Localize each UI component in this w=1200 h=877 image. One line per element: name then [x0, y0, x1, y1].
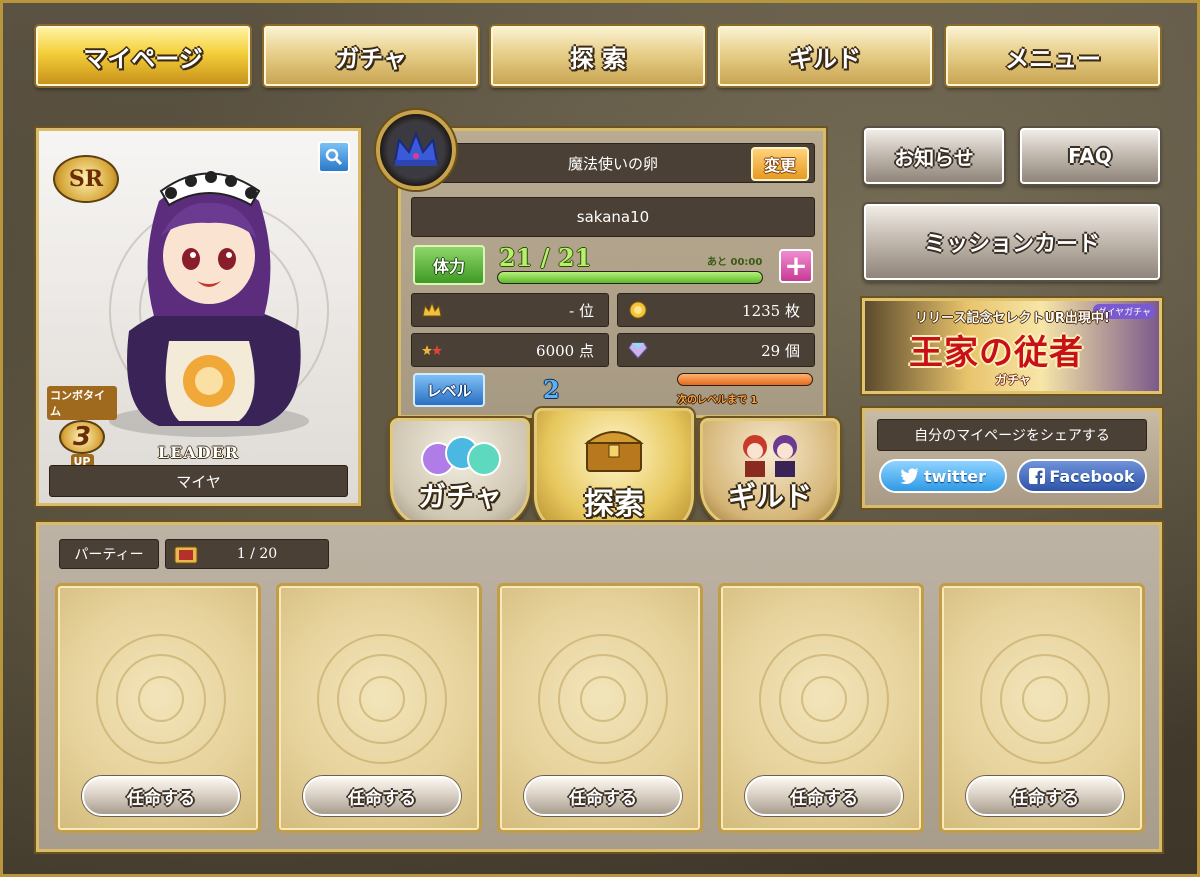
- card-icon: [174, 546, 198, 564]
- nav-gacha-button[interactable]: ガチャ: [264, 26, 478, 86]
- party-slot[interactable]: 任命する: [276, 583, 482, 833]
- change-title-button[interactable]: 変更: [751, 147, 809, 181]
- coins-value: 1235 枚: [742, 301, 800, 320]
- gems-value: 29 個: [761, 341, 800, 360]
- shortcut-explore-shield[interactable]: 探索: [534, 408, 694, 536]
- shortcut-guild-label: ギルド: [727, 480, 812, 513]
- stamina-label: 体力: [413, 245, 485, 285]
- share-title-bar: 自分のマイページをシェアする: [877, 419, 1147, 451]
- slot-ornament: [801, 676, 847, 722]
- share-panel: 自分のマイページをシェアする twitter Facebook: [862, 408, 1162, 508]
- crown-rank-icon: [422, 301, 442, 317]
- assign-button[interactable]: 任命する: [966, 776, 1124, 816]
- username: sakana10: [576, 208, 650, 226]
- banner-top-text: リリース記念セレクトUR出現中!: [915, 311, 1110, 326]
- shortcut-explore-label: 探索: [584, 487, 644, 522]
- facebook-label: Facebook: [1049, 466, 1135, 486]
- guild-heroes-icon: [743, 435, 797, 477]
- gems-stat: 29 個: [617, 333, 815, 367]
- twitter-label: twitter: [924, 466, 986, 486]
- points-stat: 6000 点: [411, 333, 609, 367]
- points-value: 6000 点: [536, 341, 594, 360]
- exp-bar: [677, 373, 813, 386]
- facebook-f-icon: [1029, 468, 1046, 484]
- player-title: 魔法使いの卵: [567, 154, 658, 173]
- combo-label-top: コンボタイム: [47, 386, 117, 420]
- stamina-bar-fill: [498, 272, 762, 283]
- party-panel: パーティー 1 / 20 任命する 任命する 任命する 任命する 任命する: [36, 522, 1162, 852]
- news-button[interactable]: お知らせ: [864, 128, 1004, 184]
- shortcut-gacha-shield[interactable]: ガチャ: [390, 418, 530, 528]
- exp-bar-fill: [678, 374, 812, 385]
- twitter-share-button[interactable]: twitter: [879, 459, 1007, 493]
- nav-mypage-button[interactable]: マイページ: [36, 26, 250, 86]
- event-banner[interactable]: ダイヤガチャ リリース記念セレクトUR出現中! 王家の従者 ガチャ: [862, 298, 1162, 394]
- shortcut-gacha-label: ガチャ: [418, 480, 502, 513]
- faq-button[interactable]: FAQ: [1020, 128, 1160, 184]
- nav-explore-button[interactable]: 探 索: [491, 26, 705, 86]
- character-name: マイヤ: [49, 465, 348, 497]
- stamina-value: 21 / 21: [499, 243, 592, 272]
- level-label: レベル: [413, 373, 485, 407]
- stamina-timer: あと 00:00: [707, 257, 763, 268]
- party-slot[interactable]: 任命する: [497, 583, 703, 833]
- assign-button[interactable]: 任命する: [524, 776, 682, 816]
- slot-ornament: [359, 676, 405, 722]
- rainbow-gem-icon: [628, 342, 648, 359]
- next-level-text: 次のレベルまで 1: [677, 395, 758, 406]
- party-slot[interactable]: 任命する: [939, 583, 1145, 833]
- party-slot[interactable]: 任命する: [718, 583, 924, 833]
- leader-character-card[interactable]: SR コンボタイム 3 UP LEADER マイヤ: [36, 128, 361, 506]
- character-portrait: [109, 171, 309, 437]
- party-count: 1 / 20: [236, 546, 278, 562]
- recover-stamina-plus-icon[interactable]: +: [779, 249, 813, 283]
- rarity-badge: SR: [53, 155, 119, 203]
- gems-cluster-icon: [421, 436, 501, 476]
- leader-label: LEADER: [157, 443, 240, 462]
- shortcut-guild-shield[interactable]: ギルド: [700, 418, 840, 528]
- crown-emblem-icon: [376, 110, 456, 190]
- party-slot[interactable]: 任命する: [55, 583, 261, 833]
- stars-points-icon: [422, 345, 442, 355]
- assign-button[interactable]: 任命する: [82, 776, 240, 816]
- share-title: 自分のマイページをシェアする: [914, 428, 1110, 444]
- treasure-chest-icon: [584, 431, 644, 472]
- party-tab-label: パーティー: [59, 539, 159, 569]
- slot-ornament: [580, 676, 626, 722]
- rank-stat: - 位: [411, 293, 609, 327]
- magnify-search-icon[interactable]: [318, 141, 350, 173]
- nav-guild-button[interactable]: ギルド: [718, 26, 932, 86]
- player-status-panel: 魔法使いの卵 変更 sakana10 体力 21 / 21 あと 00:00 +…: [398, 128, 826, 418]
- assign-button[interactable]: 任命する: [303, 776, 461, 816]
- facebook-share-button[interactable]: Facebook: [1017, 459, 1147, 493]
- twitter-bird-icon: [900, 468, 920, 484]
- banner-title: 王家の従者: [909, 333, 1084, 373]
- slot-ornament: [1022, 676, 1068, 722]
- mission-card-button[interactable]: ミッションカード: [864, 204, 1160, 280]
- party-count-bar: 1 / 20: [165, 539, 329, 569]
- banner-sub: ガチャ: [995, 373, 1031, 387]
- nav-menu-button[interactable]: メニュー: [946, 26, 1160, 86]
- coins-stat: 1235 枚: [617, 293, 815, 327]
- stamina-bar: [497, 271, 763, 284]
- slot-ornament: [138, 676, 184, 722]
- gold-coin-icon: [629, 301, 647, 319]
- username-bar: sakana10: [411, 197, 815, 237]
- rank-value: - 位: [569, 301, 594, 320]
- level-value: 2: [543, 375, 560, 404]
- assign-button[interactable]: 任命する: [745, 776, 903, 816]
